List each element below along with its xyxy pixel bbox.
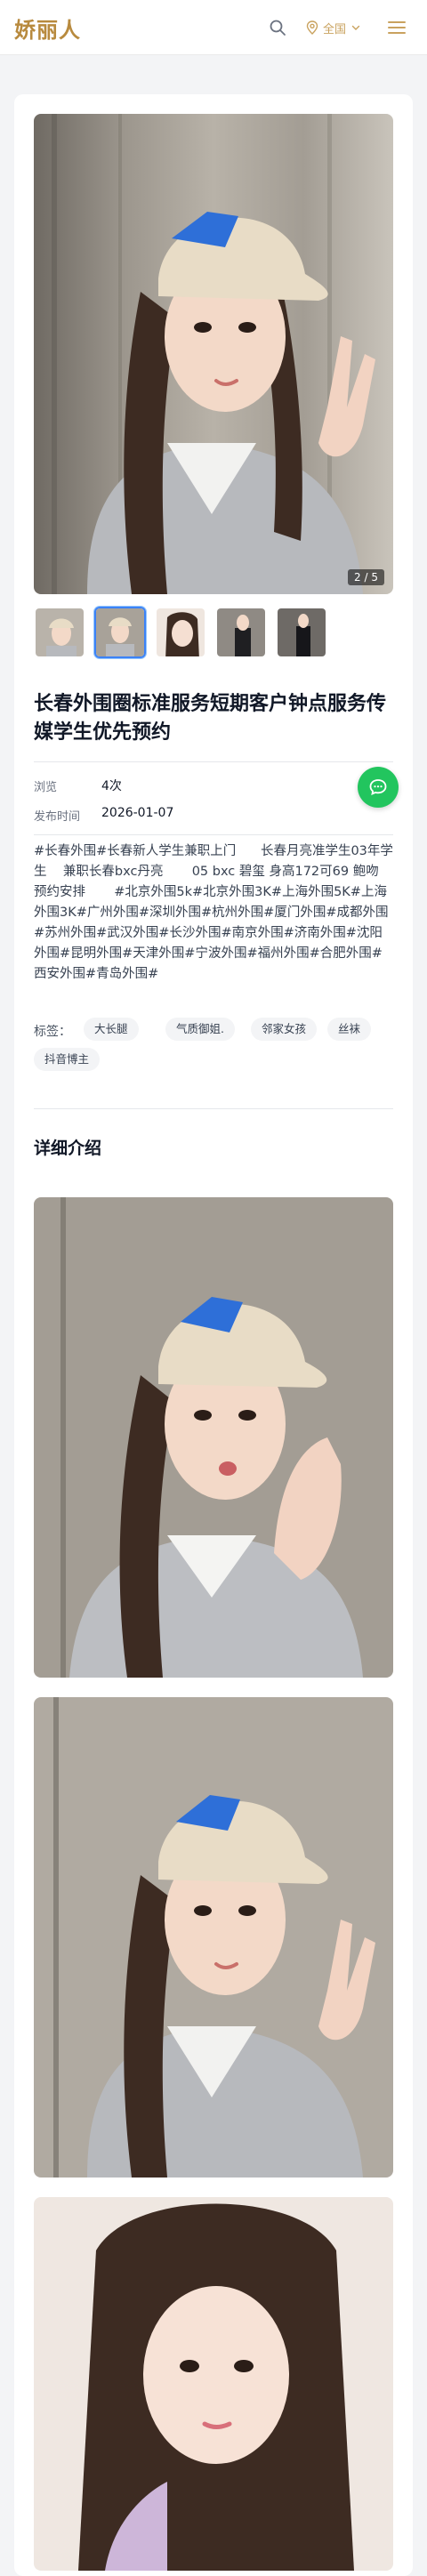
chat-button[interactable] — [358, 767, 399, 808]
tag-chip[interactable]: 丝袜 — [327, 1018, 372, 1041]
detail-photo[interactable] — [34, 2197, 393, 2571]
tag-chip[interactable]: 邻家女孩 — [251, 1018, 318, 1041]
tag-chip[interactable]: 抖音博主 — [34, 1048, 101, 1071]
region-label: 全国 — [323, 22, 347, 36]
publish-date-label: 发布时间 — [34, 810, 81, 824]
tag-chip[interactable]: 气质御姐. — [165, 1018, 235, 1041]
thumbnail-active[interactable] — [94, 607, 146, 658]
publish-date-value: 2026-01-07 — [101, 806, 174, 820]
divider — [34, 834, 393, 835]
portrait-photo — [34, 1197, 393, 1678]
site-logo[interactable]: 娇丽人 — [14, 12, 81, 44]
main-gallery-image[interactable]: 2 / 5 — [34, 114, 393, 594]
thumbnail-strip — [34, 605, 393, 660]
portrait-photo — [34, 2197, 393, 2571]
thumbnail[interactable] — [155, 607, 206, 658]
thumbnail[interactable] — [276, 607, 327, 658]
chat-icon — [369, 779, 387, 796]
portrait-photo — [34, 114, 393, 594]
chevron-down-icon — [351, 25, 360, 30]
region-selector[interactable]: 全国 — [306, 17, 361, 38]
views-label: 浏览 — [34, 781, 58, 794]
post-card: 2 / 5 长春外围圈标准服务短期客户钟点服务传媒学生优先预约 浏览 4次 发布… — [14, 94, 413, 2576]
tags-label: 标签： — [34, 1025, 71, 1039]
post-title: 长春外围圈标准服务短期客户钟点服务传媒学生优先预约 — [34, 693, 387, 744]
portrait-photo — [34, 1697, 393, 2178]
views-value: 4次 — [101, 779, 122, 793]
search-icon — [270, 20, 286, 36]
thumbnail[interactable] — [215, 607, 267, 658]
menu-button[interactable] — [386, 17, 407, 38]
top-header: 娇丽人 全国 — [0, 0, 427, 55]
thumbnail[interactable] — [34, 607, 85, 658]
divider — [34, 1108, 393, 1109]
detail-photo[interactable] — [34, 1197, 393, 1678]
detail-photo[interactable] — [34, 1697, 393, 2178]
post-description: #长春外围#长春新人学生兼职上门 长春月亮准学生03年学生 兼职长春bxc丹亮 … — [34, 844, 407, 981]
tag-chip[interactable]: 大长腿 — [84, 1018, 139, 1041]
menu-icon — [388, 21, 406, 34]
divider — [34, 761, 393, 762]
details-section-title: 详细介绍 — [34, 1139, 102, 1158]
search-button[interactable] — [267, 17, 288, 38]
image-counter: 2 / 5 — [348, 569, 384, 585]
location-pin-icon — [306, 20, 318, 35]
